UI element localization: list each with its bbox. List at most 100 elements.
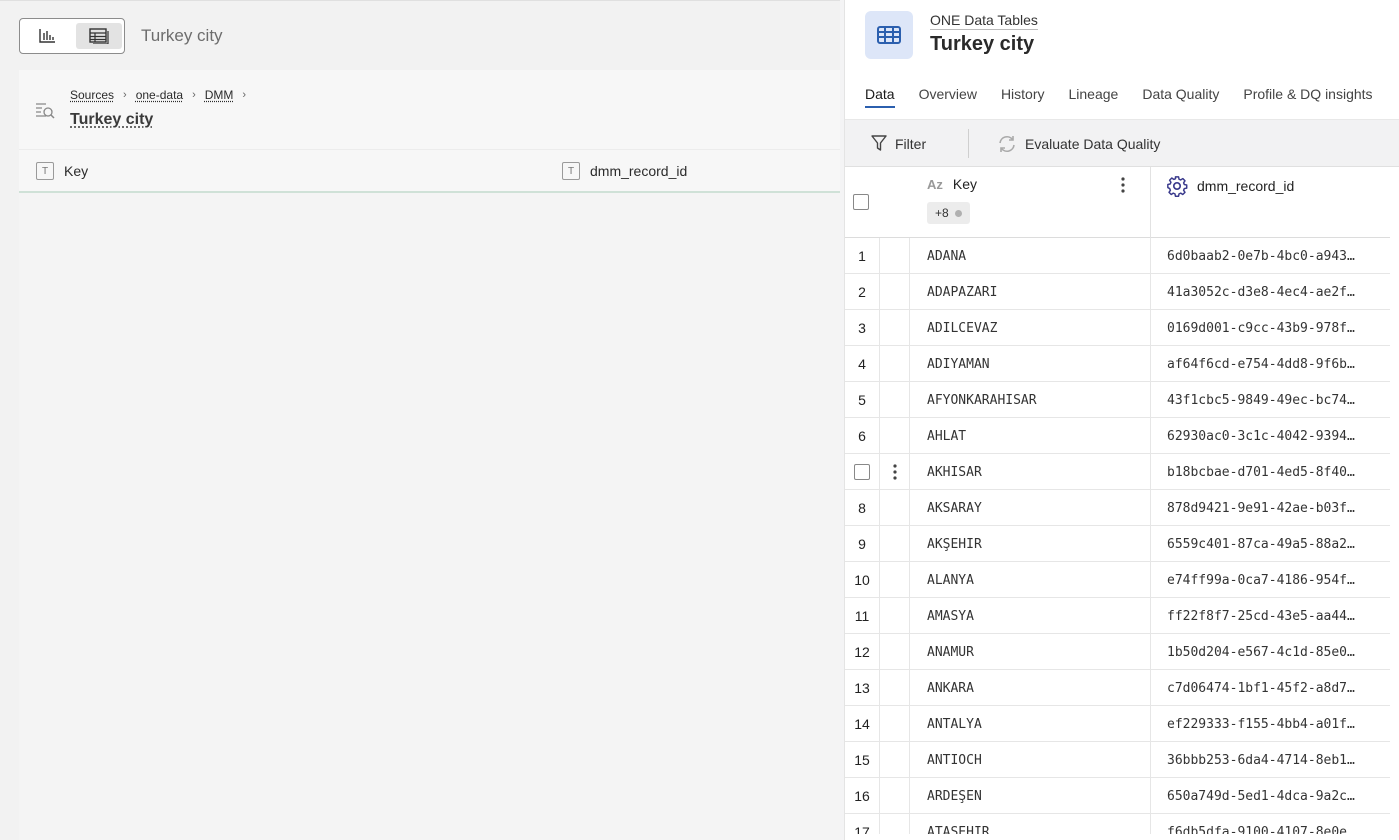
key-cell[interactable]: ADAPAZARI — [927, 274, 997, 310]
source-type-link[interactable]: ONE Data Tables — [930, 12, 1038, 30]
row-number: 13 — [845, 670, 880, 706]
dmm-record-id-cell[interactable]: 62930ac0-3c1c-4042-9394… — [1150, 418, 1390, 454]
row-actions-cell[interactable] — [880, 454, 910, 490]
table-row[interactable]: 11 AMASYA ff22f8f7-25cd-43e5-aa44… — [845, 598, 1390, 634]
column-divider[interactable] — [1150, 167, 1151, 238]
table-row[interactable]: 15 ANTIOCH 36bbb253-6da4-4714-8eb1… — [845, 742, 1390, 778]
key-cell[interactable]: ADILCEVAZ — [927, 310, 997, 346]
tab-data[interactable]: Data — [865, 68, 895, 120]
breadcrumb-dmm[interactable]: DMM — [205, 88, 234, 102]
table-row[interactable]: 8 AKSARAY 878d9421-9e91-42ae-b03f… — [845, 490, 1390, 526]
dmm-record-id-column-header[interactable]: dmm_record_id — [1166, 175, 1294, 197]
key-cell[interactable]: ANAMUR — [927, 634, 974, 670]
table-row[interactable]: 6 AHLAT 62930ac0-3c1c-4042-9394… — [845, 418, 1390, 454]
tab-history[interactable]: History — [1001, 68, 1045, 120]
dmm-record-id-cell[interactable]: f6db5dfa-9100-4107-8e0e… — [1150, 814, 1390, 834]
table-row[interactable]: 1 ADANA 6d0baab2-0e7b-4bc0-a943… — [845, 238, 1390, 274]
dmm-record-id-cell[interactable]: ff22f8f7-25cd-43e5-aa44… — [1150, 598, 1390, 634]
card-title[interactable]: Turkey city — [70, 111, 153, 129]
breadcrumb-one-data[interactable]: one-data — [136, 88, 183, 102]
filter-button[interactable]: Filter — [871, 120, 926, 167]
key-cell[interactable]: AFYONKARAHISAR — [927, 382, 1037, 418]
kebab-menu-icon[interactable] — [892, 464, 897, 480]
dmm-record-id-cell[interactable]: e74ff99a-0ca7-4186-954f… — [1150, 562, 1390, 598]
dmm-record-id-cell[interactable]: 6d0baab2-0e7b-4bc0-a943… — [1150, 238, 1390, 274]
key-column-header[interactable]: Az Key — [927, 176, 977, 192]
bar-chart-icon — [39, 29, 55, 43]
vertical-scrollbar[interactable] — [1390, 167, 1399, 840]
key-cell[interactable]: AKHISAR — [927, 454, 982, 490]
more-terms-count: +8 — [935, 206, 949, 220]
table-row[interactable]: 12 ANAMUR 1b50d204-e567-4c1d-85e0… — [845, 634, 1390, 670]
tab-data-quality[interactable]: Data Quality — [1142, 68, 1219, 120]
grid-toolbar: Filter Evaluate Data Quality — [845, 120, 1399, 167]
status-dot-icon — [954, 209, 962, 217]
breadcrumb: Sources › one-data › DMM › — [70, 88, 255, 102]
grid-rows: 1 ADANA 6d0baab2-0e7b-4bc0-a943… 2 ADAPAZARI… — [845, 238, 1390, 834]
key-cell[interactable]: AKŞEHIR — [927, 526, 982, 562]
evaluate-dq-button[interactable]: Evaluate Data Quality — [997, 120, 1160, 167]
chevron-right-icon: › — [192, 89, 196, 101]
key-cell[interactable]: ADIYAMAN — [927, 346, 990, 382]
key-cell[interactable]: ARDEŞEN — [927, 778, 982, 814]
table-row[interactable]: 2 ADAPAZARI 41a3052c-d3e8-4ec4-ae2f… — [845, 274, 1390, 310]
key-cell[interactable]: ANKARA — [927, 670, 974, 706]
dmm-record-id-cell[interactable]: ef229333-f155-4bb4-a01f… — [1150, 706, 1390, 742]
column-header-dmm-record-id[interactable]: T dmm_record_id — [562, 162, 687, 180]
table-row[interactable]: 10 ALANYA e74ff99a-0ca7-4186-954f… — [845, 562, 1390, 598]
dmm-record-id-cell[interactable]: 0169d001-c9cc-43b9-978f… — [1150, 310, 1390, 346]
source-catalog-icon — [36, 103, 55, 119]
row-actions-cell — [880, 562, 910, 598]
table-icon — [89, 28, 109, 44]
table-row[interactable]: 3 ADILCEVAZ 0169d001-c9cc-43b9-978f… — [845, 310, 1390, 346]
table-row[interactable]: 4 ADIYAMAN af64f6cd-e754-4dd8-9f6b… — [845, 346, 1390, 382]
dmm-record-id-cell[interactable]: af64f6cd-e754-4dd8-9f6b… — [1150, 346, 1390, 382]
checkbox[interactable] — [854, 464, 870, 480]
dmm-record-id-cell[interactable]: 36bbb253-6da4-4714-8eb1… — [1150, 742, 1390, 778]
select-all-checkbox[interactable] — [853, 194, 869, 210]
dmm-record-id-cell[interactable]: 6559c401-87ca-49a5-88a2… — [1150, 526, 1390, 562]
tab-overview[interactable]: Overview — [919, 68, 977, 120]
table-view-button[interactable] — [76, 23, 122, 49]
key-cell[interactable]: ALANYA — [927, 562, 974, 598]
table-row[interactable]: 17 ATAŞEHIR f6db5dfa-9100-4107-8e0e… — [845, 814, 1390, 834]
key-cell[interactable]: AHLAT — [927, 418, 966, 454]
row-number: 6 — [845, 418, 880, 454]
dmm-record-id-cell[interactable]: 41a3052c-d3e8-4ec4-ae2f… — [1150, 274, 1390, 310]
dmm-record-id-cell[interactable]: c7d06474-1bf1-45f2-a8d7… — [1150, 670, 1390, 706]
dmm-record-id-cell[interactable]: 1b50d204-e567-4c1d-85e0… — [1150, 634, 1390, 670]
tab-bar: Data Overview History Lineage Data Quali… — [845, 68, 1399, 120]
evaluate-dq-label: Evaluate Data Quality — [1025, 135, 1161, 152]
column-menu-icon[interactable] — [1115, 176, 1131, 194]
column-header-key[interactable]: T Key — [36, 162, 88, 180]
table-row[interactable]: 16 ARDEŞEN 650a749d-5ed1-4dca-9a2c… — [845, 778, 1390, 814]
row-number: 8 — [845, 490, 880, 526]
key-cell[interactable]: AKSARAY — [927, 490, 982, 526]
dmm-record-id-cell[interactable]: 878d9421-9e91-42ae-b03f… — [1150, 490, 1390, 526]
chart-view-button[interactable] — [24, 23, 70, 49]
key-cell[interactable]: AMASYA — [927, 598, 974, 634]
table-row[interactable]: AKHISAR b18bcbae-d701-4ed5-8f40… — [845, 454, 1390, 490]
table-row[interactable]: 13 ANKARA c7d06474-1bf1-45f2-a8d7… — [845, 670, 1390, 706]
row-select-checkbox[interactable] — [845, 454, 880, 490]
toolbar-divider — [968, 129, 969, 158]
table-row[interactable]: 5 AFYONKARAHISAR 43f1cbc5-9849-49ec-bc74… — [845, 382, 1390, 418]
dmm-record-id-cell[interactable]: b18bcbae-d701-4ed5-8f40… — [1150, 454, 1390, 490]
tab-profile-dq-insights[interactable]: Profile & DQ insights — [1243, 68, 1372, 120]
key-cell[interactable]: ADANA — [927, 238, 966, 274]
key-cell[interactable]: ATAŞEHIR — [927, 814, 990, 835]
dmm-record-id-cell[interactable]: 43f1cbc5-9849-49ec-bc74… — [1150, 382, 1390, 418]
data-grid: Az Key +8 dmm_record_id 1 ADANA 6d0baab2-0… — [845, 167, 1390, 834]
table-row[interactable]: 14 ANTALYA ef229333-f155-4bb4-a01f… — [845, 706, 1390, 742]
row-actions-cell — [880, 238, 910, 274]
row-actions-cell — [880, 814, 910, 834]
more-terms-badge[interactable]: +8 — [927, 202, 970, 224]
table-row[interactable]: 9 AKŞEHIR 6559c401-87ca-49a5-88a2… — [845, 526, 1390, 562]
row-number: 3 — [845, 310, 880, 346]
dmm-record-id-cell[interactable]: 650a749d-5ed1-4dca-9a2c… — [1150, 778, 1390, 814]
key-cell[interactable]: ANTIOCH — [927, 742, 982, 778]
preview-card: Sources › one-data › DMM › Turkey city T… — [19, 70, 840, 840]
key-cell[interactable]: ANTALYA — [927, 706, 982, 742]
tab-lineage[interactable]: Lineage — [1069, 68, 1119, 120]
breadcrumb-sources[interactable]: Sources — [70, 88, 114, 102]
